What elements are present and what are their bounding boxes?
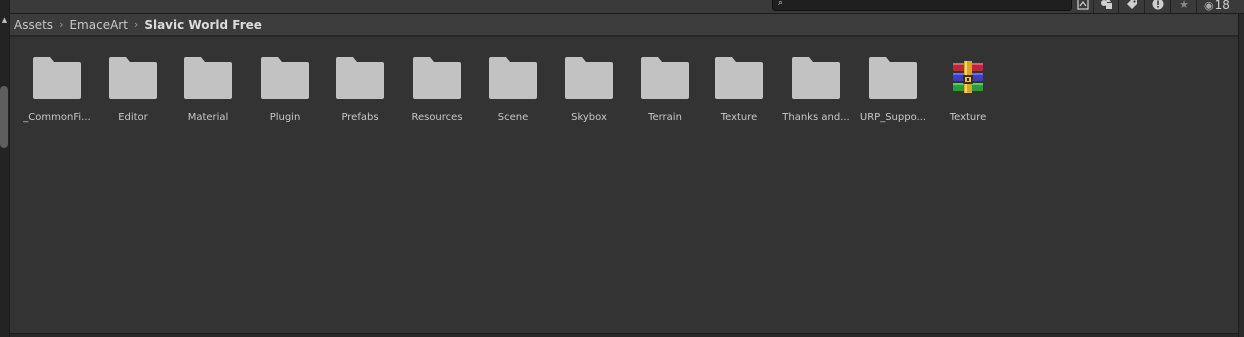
folder-icon [109, 57, 157, 99]
scrollbar-thumb[interactable] [0, 86, 8, 148]
left-scrollbar[interactable]: ▲ [0, 0, 10, 337]
asset-item-folder[interactable]: Resources [399, 53, 475, 133]
toolbar-separator [1196, 0, 1197, 13]
folder-icon [184, 57, 232, 99]
scene-type-filter-icon[interactable] [1076, 0, 1090, 12]
breadcrumb-assets[interactable]: Assets [14, 18, 53, 32]
asset-label: URP_Suppo... [859, 112, 927, 123]
hidden-count-label: 18 [1214, 0, 1230, 12]
asset-label: _CommonFi... [23, 112, 91, 123]
asset-grid: _CommonFi... Editor Material Plugin Pref… [10, 37, 1238, 333]
folder-icon [565, 57, 613, 99]
folder-icon [261, 57, 309, 99]
asset-item-folder[interactable]: Plugin [247, 53, 323, 133]
breadcrumb-emaceart[interactable]: EmaceArt [69, 18, 127, 32]
folder-icon [489, 57, 537, 99]
asset-item-folder[interactable]: Skybox [551, 53, 627, 133]
visibility-icon: ◉ [1204, 0, 1214, 12]
folder-icon [413, 57, 461, 99]
asset-label: Scene [497, 112, 529, 123]
bottom-status-strip [10, 333, 1238, 337]
asset-label: Plugin [269, 112, 301, 123]
breadcrumb-current-folder[interactable]: Slavic World Free [144, 18, 262, 32]
folder-icon [336, 57, 384, 99]
chevron-right-icon: › [59, 18, 64, 31]
asset-label: Skybox [571, 112, 607, 123]
object-type-filter-icon[interactable] [1099, 0, 1113, 12]
asset-label: Terrain [648, 112, 682, 123]
asset-label: Texture [949, 112, 987, 123]
folder-icon [792, 57, 840, 99]
folder-icon [641, 57, 689, 99]
asset-item-folder[interactable]: Terrain [627, 53, 703, 133]
project-browser-window: ▲ ⌕ ★ ◉18 Assets › EmaceArt › Slavic Wor… [0, 0, 1244, 337]
folder-icon [715, 57, 763, 99]
asset-item-folder[interactable]: _CommonFi... [19, 53, 95, 133]
scroll-up-arrow-icon[interactable]: ▲ [0, 15, 9, 25]
archive-icon [953, 61, 983, 93]
asset-item-folder[interactable]: Scene [475, 53, 551, 133]
folder-icon [33, 57, 81, 99]
asset-item-folder[interactable]: Texture [701, 53, 777, 133]
toolbar-separator [1093, 0, 1094, 13]
search-field[interactable]: ⌕ [772, 0, 1072, 11]
asset-label: Material [187, 112, 229, 123]
error-filter-icon[interactable] [1151, 0, 1165, 12]
hidden-packages-counter[interactable]: ◉18 [1204, 0, 1230, 13]
asset-item-folder[interactable]: Prefabs [322, 53, 398, 133]
asset-label: Editor [118, 112, 148, 123]
asset-item-folder[interactable]: Editor [95, 53, 171, 133]
toolbar-separator [1118, 0, 1119, 13]
toolbar-separator [1170, 0, 1171, 13]
toolbar-separator [1144, 0, 1145, 13]
favorite-icon[interactable]: ★ [1177, 0, 1191, 12]
breadcrumb: Assets › EmaceArt › Slavic World Free [10, 14, 1238, 36]
asset-label: Resources [411, 112, 463, 123]
right-panel-edge [1238, 14, 1244, 337]
folder-icon [869, 57, 917, 99]
search-input[interactable] [789, 0, 1059, 10]
label-filter-icon[interactable] [1125, 0, 1139, 12]
chevron-right-icon: › [133, 18, 139, 31]
asset-item-folder[interactable]: Material [170, 53, 246, 133]
asset-label: Thanks and... [782, 112, 850, 123]
asset-label: Texture [720, 112, 758, 123]
asset-label: Prefabs [341, 112, 379, 123]
project-toolbar: ⌕ ★ ◉18 [10, 0, 1244, 14]
asset-item-archive[interactable]: Texture [930, 53, 1006, 133]
asset-item-folder[interactable]: URP_Suppo... [855, 53, 931, 133]
asset-item-folder[interactable]: Thanks and... [778, 53, 854, 133]
search-icon: ⌕ [778, 0, 784, 8]
